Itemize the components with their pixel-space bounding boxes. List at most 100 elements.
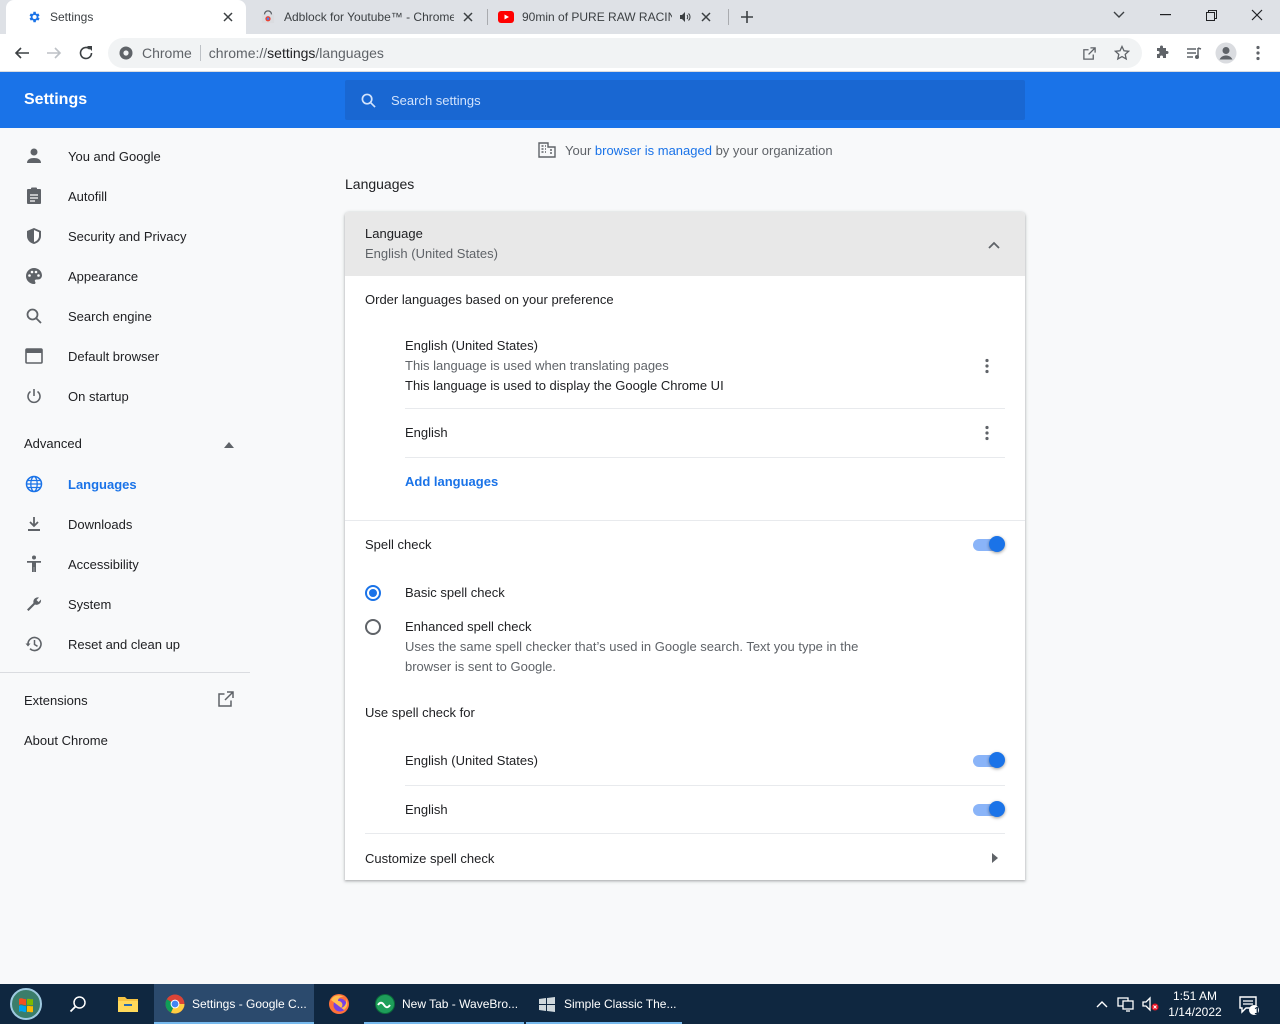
caret-right-icon[interactable] — [987, 850, 1003, 866]
sidebar-item-search-engine[interactable]: Search engine — [0, 296, 256, 336]
sidebar-item-about-chrome[interactable]: About Chrome — [24, 725, 234, 755]
sidebar-item-languages[interactable]: Languages — [0, 464, 256, 504]
caret-up-icon — [224, 436, 234, 451]
task-label: Settings - Google C... — [192, 997, 307, 1011]
file-explorer-icon[interactable] — [114, 990, 142, 1018]
search-placeholder: Search settings — [391, 92, 481, 108]
new-tab-button[interactable] — [737, 7, 757, 27]
sidebar-item-you-and-google[interactable]: You and Google — [0, 136, 256, 176]
divider — [405, 457, 1005, 458]
gear-icon — [26, 9, 42, 25]
classic-theme-icon — [536, 993, 558, 1015]
back-button[interactable] — [8, 39, 36, 67]
forward-button[interactable] — [40, 39, 68, 67]
taskbar-task-chrome-settings[interactable]: Settings - Google C... — [154, 984, 314, 1024]
close-icon[interactable] — [220, 9, 236, 25]
browser-window-icon — [24, 346, 44, 366]
tab-title: Adblock for Youtube™ - Chrome We — [284, 10, 454, 24]
settings-header: Settings Search settings — [0, 72, 1280, 128]
youtube-icon — [498, 9, 514, 25]
sidebar-item-extensions[interactable]: Extensions — [24, 685, 234, 715]
building-icon — [538, 141, 556, 159]
browser-toolbar: Chrome chrome://settings/languages — [0, 34, 1280, 72]
sidebar-item-label: Accessibility — [68, 556, 139, 572]
volume-muted-icon[interactable] — [1140, 994, 1160, 1014]
about-label: About Chrome — [24, 732, 108, 748]
history-icon — [24, 634, 44, 654]
wrench-icon — [24, 594, 44, 614]
speaker-icon[interactable] — [678, 10, 692, 24]
share-icon[interactable] — [1078, 42, 1100, 64]
enhanced-spell-check-label: Enhanced spell check — [405, 619, 532, 634]
power-icon — [24, 386, 44, 406]
close-icon[interactable] — [698, 9, 714, 25]
spell-language-toggle[interactable] — [973, 751, 1005, 771]
firefox-icon[interactable] — [325, 990, 353, 1018]
tab-adblock[interactable]: Adblock for Youtube™ - Chrome We — [246, 0, 486, 34]
sidebar-item-security[interactable]: Security and Privacy — [0, 216, 256, 256]
start-button[interactable] — [6, 986, 46, 1022]
language-section-header[interactable]: Language English (United States) — [345, 212, 1025, 276]
basic-spell-check-radio[interactable] — [365, 585, 381, 601]
tab-search-button[interactable] — [1096, 0, 1142, 30]
sidebar-item-autofill[interactable]: Autofill — [0, 176, 256, 216]
minimize-button[interactable] — [1142, 0, 1188, 30]
palette-icon — [24, 266, 44, 286]
spell-check-toggle[interactable] — [973, 535, 1005, 555]
tab-settings[interactable]: Settings — [6, 0, 246, 34]
chevron-up-icon[interactable] — [985, 236, 1003, 254]
more-vert-icon[interactable] — [975, 354, 999, 378]
basic-spell-check-label: Basic spell check — [405, 585, 505, 600]
sidebar-item-label: Search engine — [68, 308, 152, 324]
search-icon — [359, 91, 377, 109]
sidebar-advanced-toggle[interactable]: Advanced — [24, 428, 234, 458]
bookmark-star-icon[interactable] — [1111, 42, 1133, 64]
sidebar-item-reset[interactable]: Reset and clean up — [0, 624, 256, 664]
customize-spell-check-link[interactable]: Customize spell check — [365, 851, 494, 866]
sidebar-item-default-browser[interactable]: Default browser — [0, 336, 256, 376]
taskbar-clock[interactable]: 1:51 AM 1/14/2022 — [1164, 988, 1226, 1020]
close-icon[interactable] — [460, 9, 476, 25]
language-header-title: Language — [365, 226, 423, 241]
language-entry-note: This language is used when translating p… — [405, 358, 669, 373]
network-icon[interactable] — [1116, 994, 1136, 1014]
sidebar-item-system[interactable]: System — [0, 584, 256, 624]
language-entry-name: English — [405, 425, 448, 440]
tab-youtube[interactable]: 90min of PURE RAW RACING — [488, 0, 728, 34]
more-vert-icon[interactable] — [975, 421, 999, 445]
profile-avatar-icon[interactable] — [1212, 39, 1240, 67]
accessibility-icon — [24, 554, 44, 574]
restore-button[interactable] — [1188, 0, 1234, 30]
sidebar-item-on-startup[interactable]: On startup — [0, 376, 256, 416]
extensions-puzzle-icon[interactable] — [1148, 39, 1176, 67]
page-title: Languages — [345, 176, 415, 192]
address-bar[interactable]: Chrome chrome://settings/languages — [108, 38, 1142, 68]
use-spell-check-for-label: Use spell check for — [365, 705, 475, 720]
language-entry-note: This language is used to display the Goo… — [405, 378, 724, 393]
spell-language-toggle[interactable] — [973, 800, 1005, 820]
chrome-menu-icon[interactable] — [1244, 39, 1272, 67]
sidebar-item-downloads[interactable]: Downloads — [0, 504, 256, 544]
enhanced-spell-check-radio[interactable] — [365, 619, 381, 635]
close-window-button[interactable] — [1234, 0, 1280, 30]
taskbar-search-icon[interactable] — [64, 990, 92, 1018]
add-languages-button[interactable]: Add languages — [405, 474, 498, 489]
media-controls-icon[interactable] — [1180, 39, 1208, 67]
chrome-icon — [118, 45, 134, 61]
reload-button[interactable] — [72, 39, 100, 67]
show-hidden-icons-icon[interactable] — [1092, 994, 1112, 1014]
order-languages-label: Order languages based on your preference — [365, 292, 614, 307]
taskbar-task-wavebrowser[interactable]: New Tab - WaveBro... — [364, 984, 524, 1024]
sidebar-item-label: Appearance — [68, 268, 139, 284]
search-icon — [24, 306, 44, 326]
sidebar-item-accessibility[interactable]: Accessibility — [0, 544, 256, 584]
search-settings-input[interactable]: Search settings — [345, 80, 1025, 120]
sidebar-item-label: Languages — [68, 476, 137, 492]
managed-prefix: Your — [565, 142, 595, 158]
action-center-icon[interactable]: 1 — [1236, 992, 1262, 1018]
sidebar-item-appearance[interactable]: Appearance — [0, 256, 256, 296]
shield-icon — [24, 226, 44, 246]
settings-sidebar: You and Google Autofill Security and Pri… — [0, 128, 256, 984]
taskbar-task-simple-classic-theme[interactable]: Simple Classic The... — [526, 984, 682, 1024]
managed-link[interactable]: browser is managed — [595, 143, 712, 158]
